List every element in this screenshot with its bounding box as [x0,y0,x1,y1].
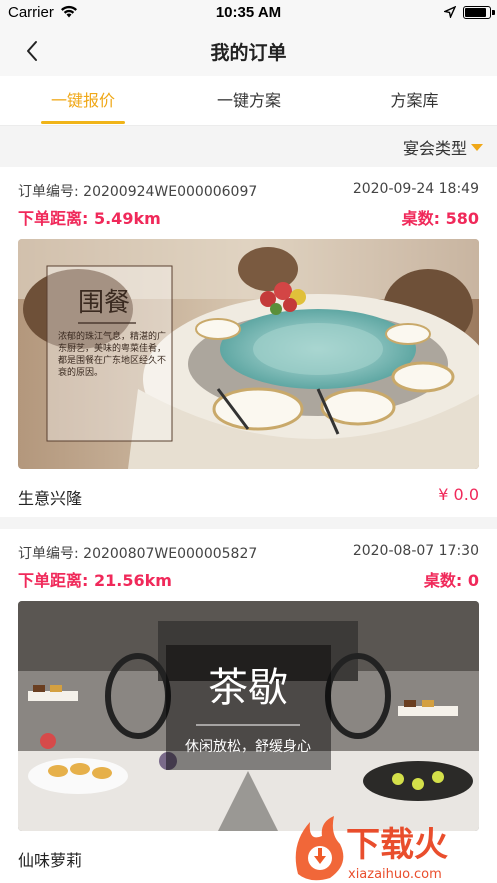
tab-quick-plan[interactable]: 一键方案 [166,76,332,126]
order-price: ¥ 0.0 [438,485,479,504]
status-bar: Carrier 10:35 AM [0,0,497,24]
tea-break-illustration: 茶歇 休闲放松，舒缓身心 [18,601,479,831]
image-subheading: 休闲放松，舒缓身心 [185,739,311,755]
tab-label: 一键报价 [50,91,115,110]
banquet-photo[interactable]: 围餐 浓郁的珠江气息，精湛的广东厨艺，美味的粤菜佳肴，都是围餐在广东地区经久不衰… [18,239,479,469]
watermark-text: 下载火 [346,825,448,865]
order-date: 2020-08-07 17:30 [352,543,479,559]
caret-down-icon [471,143,483,151]
battery-level-fill [465,8,486,17]
filter-row: 宴会类型 [0,127,497,167]
location-arrow-icon [444,6,456,18]
table-count: 桌数: 580 [401,209,479,228]
image-body-text: 浓郁的珠江气息，精湛的广东厨艺，美味的粤菜佳肴，都是围餐在广东地区经久不衰的原因… [58,332,166,378]
order-distance: 下单距离: 21.56km [18,571,172,590]
order-card[interactable]: 订单编号: 20200924WE000006097 2020-09-24 18:… [0,167,497,517]
tab-plan-library[interactable]: 方案库 [332,76,497,126]
page-title: 我的订单 [210,42,287,64]
tab-label: 一键方案 [216,91,281,110]
tab-label: 方案库 [390,91,439,110]
battery-icon [463,6,495,19]
order-number: 订单编号: 20200807WE000005827 [18,546,258,562]
round-table-illustration: 围餐 浓郁的珠江气息，精湛的广东厨艺，美味的粤菜佳肴，都是围餐在广东地区经久不衰… [18,239,479,469]
filter-label: 宴会类型 [402,139,467,158]
status-time: 10:35 AM [215,4,282,21]
xiazaihuo-watermark-logo: 下载火 xiazaihuo.com [295,816,448,882]
watermark-url: xiazaihuo.com [348,867,442,882]
order-number: 订单编号: 20200924WE000006097 [18,184,258,200]
image-heading: 茶歇 [208,665,288,711]
image-heading: 围餐 [78,288,130,318]
banquet-type-filter[interactable]: 宴会类型 [403,135,483,159]
venue-name: 生意兴隆 [18,489,83,508]
tab-bar: 一键报价 一键方案 方案库 [0,76,497,126]
table-count: 桌数: 0 [423,571,479,590]
tab-quick-quote[interactable]: 一键报价 [0,76,166,126]
order-date: 2020-09-24 18:49 [352,181,479,197]
navigation-bar: 我的订单 [0,24,497,76]
order-distance: 下单距离: 5.49km [18,209,161,228]
active-tab-indicator [41,121,125,124]
venue-name: 仙味萝莉 [18,851,83,870]
tea-break-photo[interactable]: 茶歇 休闲放松，舒缓身心 [18,601,479,831]
